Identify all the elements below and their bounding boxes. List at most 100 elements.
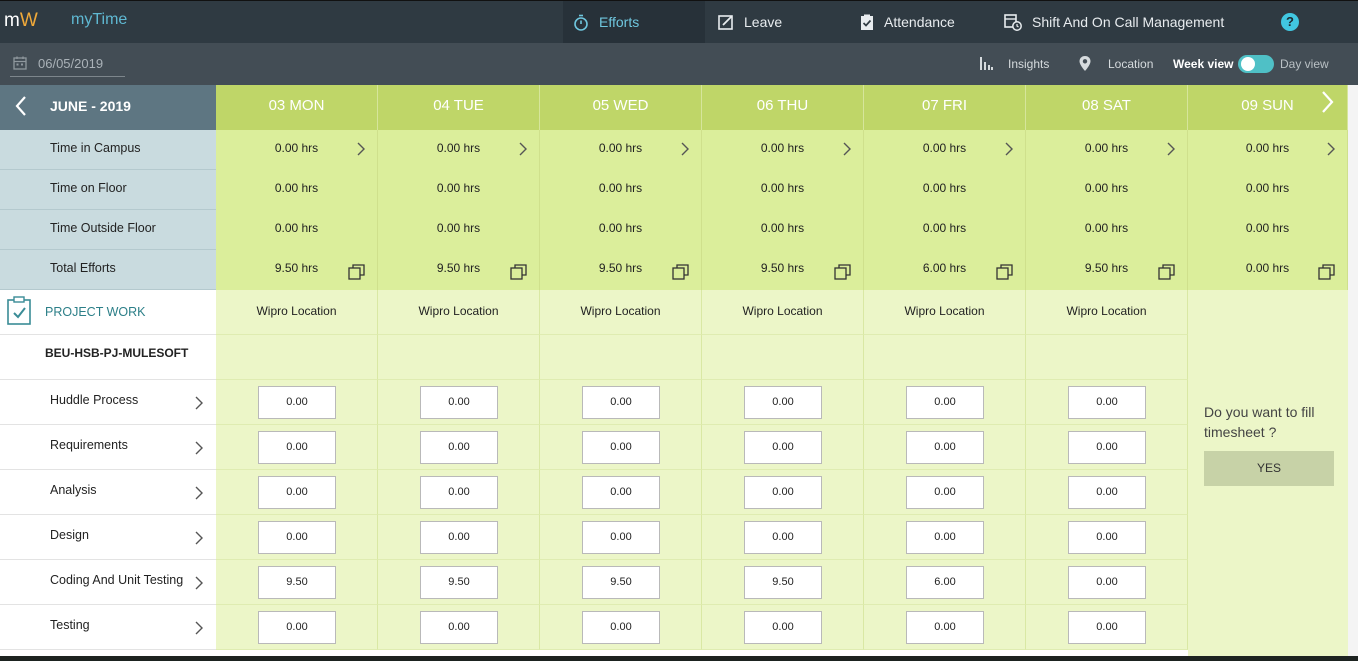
chevron-left-icon[interactable] bbox=[14, 95, 28, 117]
day-view-label[interactable]: Day view bbox=[1280, 57, 1329, 71]
hours-input[interactable]: 0.00 bbox=[258, 521, 336, 554]
copy-icon[interactable] bbox=[834, 264, 852, 280]
hours-input[interactable]: 0.00 bbox=[582, 386, 660, 419]
hours-input[interactable]: 0.00 bbox=[420, 521, 498, 554]
activity-row-label[interactable]: Design bbox=[0, 515, 216, 560]
copy-icon[interactable] bbox=[1318, 264, 1336, 280]
tab-leave[interactable]: Leave bbox=[718, 1, 782, 43]
summary-value: 0.00 hrs bbox=[598, 221, 643, 235]
day-header[interactable]: 06 THU bbox=[702, 85, 864, 130]
activity-row-label[interactable]: Huddle Process bbox=[0, 380, 216, 425]
chevron-right-icon[interactable] bbox=[194, 530, 204, 546]
chevron-right-icon[interactable] bbox=[194, 485, 204, 501]
chevron-right-icon[interactable] bbox=[194, 395, 204, 411]
hours-cell: 0.00 bbox=[378, 425, 540, 470]
day-header[interactable]: 07 FRI bbox=[864, 85, 1026, 130]
hours-input[interactable]: 0.00 bbox=[1068, 476, 1146, 509]
tab-shift-on-call[interactable]: Shift And On Call Management bbox=[1004, 1, 1224, 43]
chevron-right-icon[interactable] bbox=[842, 141, 852, 157]
hours-cell: 0.00 bbox=[702, 515, 864, 560]
hours-input[interactable]: 0.00 bbox=[420, 386, 498, 419]
hours-input[interactable]: 0.00 bbox=[1068, 431, 1146, 464]
hours-input[interactable]: 0.00 bbox=[582, 521, 660, 554]
hours-input[interactable]: 9.50 bbox=[420, 566, 498, 599]
help-icon[interactable]: ? bbox=[1281, 13, 1299, 31]
chevron-right-icon[interactable] bbox=[194, 620, 204, 636]
chevron-right-icon[interactable] bbox=[356, 141, 366, 157]
hours-input[interactable]: 0.00 bbox=[906, 431, 984, 464]
hours-input[interactable]: 0.00 bbox=[1068, 386, 1146, 419]
copy-icon[interactable] bbox=[996, 264, 1014, 280]
hours-input[interactable]: 0.00 bbox=[906, 386, 984, 419]
activity-row-label[interactable]: Requirements bbox=[0, 425, 216, 470]
hours-input[interactable]: 0.00 bbox=[258, 386, 336, 419]
location-link[interactable]: Location bbox=[1079, 56, 1153, 71]
chevron-right-icon[interactable] bbox=[518, 141, 528, 157]
week-view-label[interactable]: Week view bbox=[1173, 57, 1233, 71]
hours-input[interactable]: 0.00 bbox=[420, 476, 498, 509]
sunday-prompt-panel: Do you want to fill timesheet ? YES bbox=[1188, 290, 1358, 661]
hours-cell: 0.00 bbox=[864, 605, 1026, 650]
chevron-right-icon[interactable] bbox=[1320, 90, 1336, 114]
project-code-row: BEU-HSB-PJ-MULESOFT bbox=[0, 335, 216, 380]
chevron-right-icon[interactable] bbox=[1004, 141, 1014, 157]
day-header[interactable]: 08 SAT bbox=[1026, 85, 1188, 130]
copy-icon[interactable] bbox=[510, 264, 528, 280]
hours-input[interactable]: 0.00 bbox=[906, 611, 984, 644]
hours-input[interactable]: 0.00 bbox=[1068, 521, 1146, 554]
hours-input[interactable]: 0.00 bbox=[744, 611, 822, 644]
hours-input[interactable]: 0.00 bbox=[258, 611, 336, 644]
hours-cell: 0.00 bbox=[540, 515, 702, 560]
tab-attendance[interactable]: Attendance bbox=[860, 1, 955, 43]
app-logo[interactable]: mW bbox=[4, 10, 38, 32]
hours-cell: 0.00 bbox=[864, 380, 1026, 425]
chevron-right-icon[interactable] bbox=[194, 440, 204, 456]
hours-input[interactable]: 0.00 bbox=[420, 611, 498, 644]
hours-input[interactable]: 0.00 bbox=[258, 431, 336, 464]
chevron-right-icon[interactable] bbox=[194, 575, 204, 591]
view-toggle[interactable] bbox=[1238, 55, 1274, 73]
hours-input[interactable]: 0.00 bbox=[582, 476, 660, 509]
summary-cell: 0.00 hrs bbox=[1026, 130, 1188, 170]
hours-input[interactable]: 9.50 bbox=[744, 566, 822, 599]
location-value: Wipro Location bbox=[904, 304, 985, 318]
chevron-right-icon[interactable] bbox=[1326, 141, 1336, 157]
tab-efforts[interactable]: Efforts bbox=[563, 1, 705, 43]
location-cell: Wipro Location bbox=[1026, 290, 1188, 335]
copy-icon[interactable] bbox=[1158, 264, 1176, 280]
location-value: Wipro Location bbox=[418, 304, 499, 318]
hours-input[interactable]: 6.00 bbox=[906, 566, 984, 599]
day-header[interactable]: 03 MON bbox=[216, 85, 378, 130]
app-title[interactable]: myTime bbox=[71, 11, 127, 29]
hours-input[interactable]: 0.00 bbox=[906, 521, 984, 554]
hours-input[interactable]: 0.00 bbox=[744, 386, 822, 419]
hours-input[interactable]: 0.00 bbox=[906, 476, 984, 509]
vertical-scrollbar[interactable] bbox=[1348, 85, 1358, 656]
hours-cell: 0.00 bbox=[216, 380, 378, 425]
date-picker[interactable]: 06/05/2019 bbox=[10, 52, 125, 77]
copy-icon[interactable] bbox=[348, 264, 366, 280]
chevron-right-icon[interactable] bbox=[680, 141, 690, 157]
day-header[interactable]: 04 TUE bbox=[378, 85, 540, 130]
insights-link[interactable]: Insights bbox=[980, 57, 1049, 71]
activity-row-label[interactable]: Coding And Unit Testing bbox=[0, 560, 216, 605]
hours-input[interactable]: 0.00 bbox=[582, 431, 660, 464]
hours-input[interactable]: 0.00 bbox=[744, 476, 822, 509]
hours-input[interactable]: 0.00 bbox=[582, 611, 660, 644]
day-header[interactable]: 05 WED bbox=[540, 85, 702, 130]
copy-icon[interactable] bbox=[672, 264, 690, 280]
activity-row-label[interactable]: Testing bbox=[0, 605, 216, 650]
summary-value: 0.00 hrs bbox=[760, 141, 805, 155]
activity-row-label[interactable]: Analysis bbox=[0, 470, 216, 515]
hours-input[interactable]: 0.00 bbox=[258, 476, 336, 509]
hours-input[interactable]: 0.00 bbox=[744, 521, 822, 554]
yes-button[interactable]: YES bbox=[1204, 451, 1334, 486]
hours-input[interactable]: 0.00 bbox=[1068, 611, 1146, 644]
hours-input[interactable]: 0.00 bbox=[420, 431, 498, 464]
hours-input[interactable]: 9.50 bbox=[258, 566, 336, 599]
hours-input[interactable]: 9.50 bbox=[582, 566, 660, 599]
hours-input[interactable]: 0.00 bbox=[1068, 566, 1146, 599]
chevron-right-icon[interactable] bbox=[1166, 141, 1176, 157]
summary-cell: 0.00 hrs bbox=[864, 130, 1026, 170]
hours-input[interactable]: 0.00 bbox=[744, 431, 822, 464]
